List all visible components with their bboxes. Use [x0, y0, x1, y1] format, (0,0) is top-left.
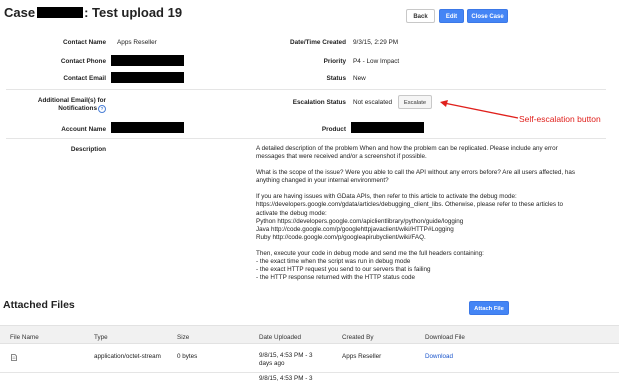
- redacted-account-name: [111, 122, 184, 133]
- attached-files-heading: Attached Files: [3, 299, 75, 311]
- contact-name-label: Contact Name: [63, 39, 106, 46]
- file-size: 0 bytes: [177, 353, 198, 360]
- col-size: Size: [177, 334, 190, 341]
- col-date-uploaded: Date Uploaded: [259, 334, 302, 341]
- description-line: - the exact time when the script was run…: [256, 258, 411, 266]
- escalation-status-value: Not escalated: [353, 99, 393, 106]
- description-line: - the exact HTTP request you send to our…: [256, 266, 431, 274]
- redacted-product: [351, 122, 424, 133]
- additional-emails-label-line1: Additional Email(s) for: [37, 97, 106, 104]
- edit-button[interactable]: Edit: [439, 9, 464, 23]
- description-paragraph: What is the scope of the issue? Were you…: [256, 169, 575, 185]
- description-line: Ruby http://code.google.com/p/googleapir…: [256, 233, 426, 241]
- description-line: Java http://code.google.com/p/googlehttp…: [256, 225, 454, 233]
- file-date-line1: 9/8/15, 4:53 PM - 3: [259, 352, 313, 359]
- priority-label: Priority: [323, 58, 346, 65]
- page-title: Case : Test upload 19: [4, 5, 182, 20]
- col-download-file: Download File: [425, 334, 465, 341]
- table-header: [0, 325, 619, 344]
- account-name-label: Account Name: [61, 126, 106, 133]
- description-line: https://developers.google.com/gdata/arti…: [256, 201, 563, 217]
- redacted-email: [111, 72, 184, 83]
- additional-emails-label: Additional Email(s) for Notifications?: [38, 97, 106, 113]
- description-line: - the HTTP response returned with the HT…: [256, 274, 416, 282]
- close-case-button[interactable]: Close Case: [467, 9, 508, 23]
- escalate-button[interactable]: Escalate: [398, 95, 432, 109]
- divider: [6, 138, 606, 139]
- redacted-phone: [111, 55, 184, 66]
- description-label: Description: [70, 146, 106, 153]
- date-created-value: 9/3/15, 2:29 PM: [353, 39, 399, 46]
- product-label: Product: [321, 126, 346, 133]
- description-paragraph: A detailed description of the problem Wh…: [256, 145, 558, 161]
- file-type: application/octet-stream: [94, 353, 161, 360]
- attach-file-button[interactable]: Attach File: [469, 301, 509, 315]
- status-label: Status: [326, 75, 346, 82]
- contact-name-value: Apps Reseller: [117, 39, 157, 46]
- description-text: A detailed description of the problem Wh…: [256, 145, 586, 282]
- col-type: Type: [94, 334, 108, 341]
- redacted-case-number: [37, 7, 84, 18]
- back-button[interactable]: Back: [406, 9, 435, 23]
- file-date-uploaded: 9/8/15, 4:53 PM - 3 days ago: [259, 352, 313, 368]
- description-line: Python https://developers.google.com/api…: [256, 217, 464, 225]
- contact-email-label: Contact Email: [63, 75, 106, 82]
- title-prefix: Case: [4, 5, 36, 20]
- additional-emails-label-line2: Notifications: [58, 105, 97, 112]
- file-date-line2: days ago: [259, 360, 285, 367]
- date-created-label: Date/Time Created: [290, 39, 346, 46]
- divider: [6, 89, 606, 90]
- col-file-name: File Name: [10, 334, 39, 341]
- file-created-by: Apps Reseller: [342, 353, 382, 360]
- priority-value: P4 - Low Impact: [353, 58, 400, 65]
- escalation-status-label: Escalation Status: [292, 99, 346, 106]
- col-created-by: Created By: [342, 334, 374, 341]
- file-icon[interactable]: [11, 354, 17, 361]
- annotation-label: Self-escalation button: [519, 114, 601, 124]
- contact-phone-label: Contact Phone: [60, 58, 106, 65]
- status-value: New: [353, 75, 366, 82]
- help-icon[interactable]: ?: [98, 105, 106, 113]
- description-line: Then, execute your code in debug mode an…: [256, 249, 484, 257]
- download-link[interactable]: Download: [425, 353, 453, 360]
- annotation-arrow-icon: [440, 100, 519, 119]
- title-suffix: : Test upload 19: [84, 5, 183, 20]
- divider: [0, 372, 619, 373]
- description-line: If you are having issues with GData APIs…: [256, 193, 517, 201]
